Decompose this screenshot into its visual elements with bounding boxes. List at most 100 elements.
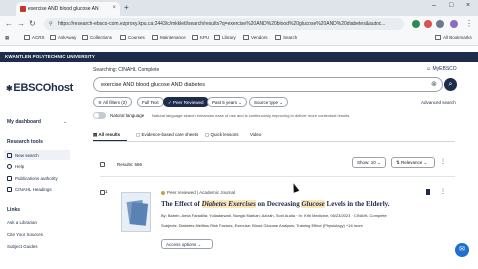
chevron-down-icon[interactable]: ⌄ — [63, 119, 67, 125]
browser-tab[interactable]: exercise AND blood glucose AN × — [16, 2, 120, 16]
result-byline: By: Bahrin, Amia Faradilla; Yuliadarwati… — [161, 213, 387, 218]
natural-language-toggle[interactable] — [93, 112, 106, 119]
extension-icon[interactable] — [424, 20, 432, 28]
folder-icon — [24, 35, 30, 40]
url-text: https://research-ebsco-com.ezproxy.kpu.c… — [58, 21, 386, 27]
folder-icon — [214, 35, 220, 40]
tab-title: exercise AND blood glucose AN — [28, 6, 99, 12]
all-bookmarks[interactable]: All Bookmarks — [435, 35, 472, 40]
help-icon — [7, 164, 12, 169]
forward-icon[interactable]: → — [17, 19, 25, 28]
maximize-icon[interactable]: □ — [449, 2, 453, 9]
sidebar-item-help[interactable]: Help — [7, 164, 24, 169]
extension-icon[interactable] — [412, 20, 420, 28]
myebsco-link[interactable]: ☺ MyEBSCO — [426, 66, 457, 72]
journal-thumbnail[interactable] — [121, 192, 151, 232]
folder-icon — [275, 35, 281, 40]
book-icon — [7, 176, 12, 181]
natural-language-description: Natural language search enhances ease of… — [152, 113, 351, 118]
bookmark-folder[interactable]: Search — [275, 35, 297, 40]
window-close-icon[interactable]: × — [466, 2, 470, 9]
mouse-cursor-icon — [290, 182, 300, 193]
apps-icon[interactable]: ▦ — [5, 35, 9, 41]
access-options-button[interactable]: Access options ⌄ — [161, 239, 213, 249]
bookmark-folder[interactable]: Maintenance — [152, 35, 186, 40]
sidebar-link-cite-sources[interactable]: Cite Your Sources — [7, 232, 43, 237]
back-icon[interactable]: ← — [5, 19, 13, 28]
show-count-select[interactable]: Show: 10 ⌄ — [352, 157, 386, 168]
site-info-icon[interactable]: ⚲ — [49, 18, 53, 30]
bookmark-folder[interactable]: ACRS — [24, 35, 45, 40]
extensions-puzzle-icon[interactable] — [436, 20, 444, 28]
profile-avatar-icon[interactable] — [450, 20, 458, 28]
bookmarks-bar: ▦ ACRS AskAway Collections Courses Maint… — [0, 32, 478, 46]
date-filter[interactable]: Past 5 years ⌄ — [207, 97, 248, 107]
result-badge: Peer reviewed | Academic Journal — [161, 190, 235, 195]
tab-favicon-icon — [20, 6, 26, 12]
peer-reviewed-filter[interactable]: ✓ Peer Reviewed — [163, 97, 209, 107]
bookmark-folder[interactable]: KPU — [192, 35, 209, 40]
minimize-icon[interactable]: – — [432, 2, 436, 9]
tab-quick-lessons[interactable]: ▢ Quick lessons — [205, 132, 239, 138]
headings-icon — [7, 187, 12, 192]
sidebar-link-ask-librarian[interactable]: Ask a Librarian — [7, 220, 37, 225]
reload-icon[interactable]: ↻ — [29, 19, 36, 28]
ebsco-burst-icon: ✱ — [6, 84, 13, 93]
tab-divider — [93, 141, 455, 142]
results-count: Results: 566 — [117, 162, 143, 167]
search-icon — [7, 152, 12, 158]
bookmark-folder[interactable]: AskAway — [50, 35, 76, 40]
bookmark-folder[interactable]: Vendors — [243, 35, 268, 40]
result-subjects: Subjects: Diabetes Mellitus Risk Factors… — [161, 223, 363, 228]
folder-icon — [152, 35, 158, 40]
folder-icon — [192, 35, 198, 40]
bookmark-folder[interactable]: Collections — [82, 35, 112, 40]
tab-close-icon[interactable]: × — [112, 5, 116, 11]
tab-all-results[interactable]: ▤ All results — [93, 132, 120, 138]
address-toolbar: ← → ↻ ⚲ https://research-ebsco-com.ezpro… — [0, 16, 478, 32]
tab-care-sheets[interactable]: ▢ Evidence-based care sheets — [136, 132, 198, 138]
toggle-knob — [94, 113, 99, 118]
new-tab-icon[interactable]: + — [124, 3, 129, 12]
institution-banner: KWANTLEN POLYTECHNIC UNIVERSITY — [0, 52, 478, 62]
url-bar[interactable]: ⚲ https://research-ebsco-com.ezproxy.kpu… — [44, 18, 404, 30]
database-selector[interactable]: Searching: CINAHL Complete — [93, 67, 159, 73]
browser-tab-bar: exercise AND blood glucose AN × + – □ × — [0, 0, 478, 16]
sidebar-link-subject-guides[interactable]: Subject Guides — [7, 244, 38, 249]
folder-icon — [243, 35, 249, 40]
sidebar-item-new-search[interactable]: New search — [4, 150, 70, 160]
select-all-checkbox[interactable] — [100, 162, 105, 167]
search-input[interactable]: exercise AND blood glucose AND diabetes — [93, 77, 443, 92]
clear-search-icon[interactable]: ⊗ — [431, 80, 437, 88]
links-heading: Links — [7, 207, 21, 213]
peer-reviewed-icon — [161, 190, 165, 195]
advanced-search-link[interactable]: Advanced search — [421, 100, 456, 105]
result-title[interactable]: The Effect of Diabetes Exercises on Decr… — [161, 200, 390, 208]
research-tools-heading: Research tools — [7, 139, 43, 145]
result-more-icon[interactable]: ⋮ — [440, 188, 446, 195]
sort-select[interactable]: ⇅ Relevance ⌄ — [391, 157, 435, 168]
bookmark-folder[interactable]: Library — [214, 35, 236, 40]
my-dashboard-heading[interactable]: My dashboard — [7, 119, 41, 125]
all-filters-button[interactable]: ⚟ All filters (2) — [93, 97, 132, 107]
tab-video[interactable]: Video — [250, 132, 261, 137]
search-button[interactable]: ⌕ — [444, 78, 457, 91]
more-options-icon[interactable]: ⋮ — [440, 158, 446, 165]
natural-language-label: Natural language — [110, 113, 145, 118]
bookmark-folder[interactable]: Courses — [120, 35, 145, 40]
source-type-filter[interactable]: Source type ⌄ — [249, 97, 289, 107]
folder-icon — [50, 35, 56, 40]
page-icon — [129, 202, 149, 226]
full-text-filter[interactable]: Full Text — [137, 97, 164, 107]
browser-menu-icon[interactable]: ⋮ — [465, 19, 473, 28]
folder-icon — [82, 35, 88, 40]
chat-icon[interactable]: ✉ — [455, 243, 469, 257]
result-number: 1 — [105, 189, 108, 194]
sidebar-item-publications[interactable]: Publications authority — [7, 176, 58, 181]
results-divider — [100, 176, 455, 177]
ebscohost-logo[interactable]: ✱EBSCOhost — [6, 82, 73, 94]
folder-icon — [435, 35, 441, 40]
folder-icon — [120, 35, 126, 40]
bookmark-icon[interactable] — [426, 189, 430, 195]
sidebar-item-cinahl-headings[interactable]: CINAHL Headings — [7, 187, 52, 192]
